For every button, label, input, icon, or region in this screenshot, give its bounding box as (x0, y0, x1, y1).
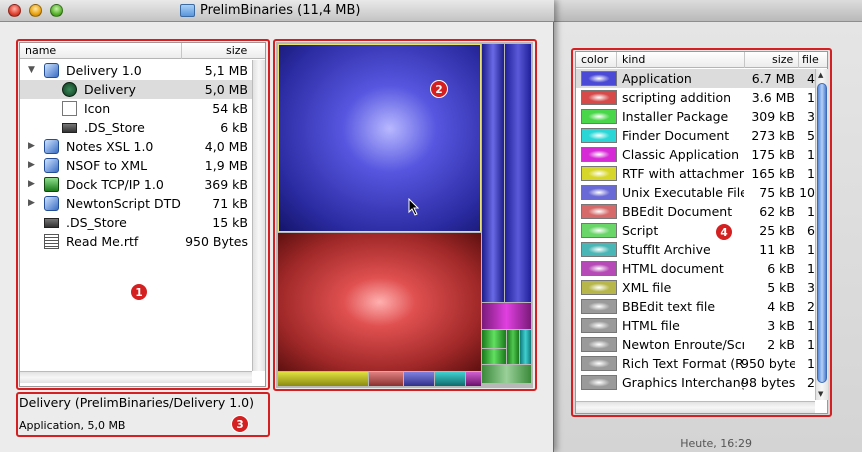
close-window-button[interactable] (8, 4, 21, 17)
callout-frame-3 (16, 392, 270, 437)
callout-badge-4: 4 (715, 223, 733, 241)
callout-frame-1 (16, 39, 270, 390)
legend-window-titlebar[interactable] (541, 0, 862, 22)
callout-badge-1: 1 (130, 283, 148, 301)
callout-badge-2: 2 (430, 80, 448, 98)
folder-icon (180, 4, 195, 17)
window-titlebar[interactable]: PrelimBinaries (11,4 MB) (0, 0, 554, 22)
callout-badge-3: 3 (231, 415, 249, 433)
zoom-window-button[interactable] (50, 4, 63, 17)
window-title: PrelimBinaries (11,4 MB) (200, 3, 361, 18)
modified-date-text: Heute, 16:29 (680, 437, 752, 450)
callout-frame-2 (273, 39, 537, 391)
minimize-window-button[interactable] (29, 4, 42, 17)
callout-frame-4 (571, 48, 832, 417)
